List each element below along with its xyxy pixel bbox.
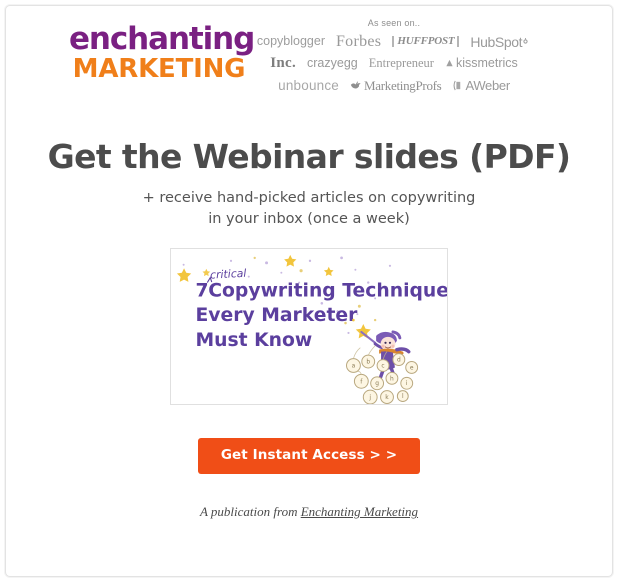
brand-logo[interactable]: enchanting MARKETING bbox=[69, 21, 255, 84]
footer-brand-link[interactable]: Enchanting Marketing bbox=[301, 504, 418, 519]
media-logo-row-3: unbounce MarketingProfs AWeber bbox=[244, 76, 544, 95]
svg-text:d: d bbox=[397, 358, 401, 364]
droplet-icon bbox=[445, 59, 454, 68]
svg-text:Every Marketer: Every Marketer bbox=[195, 305, 358, 326]
landing-page-frame: enchanting MARKETING As seen on.. copybl… bbox=[5, 5, 613, 577]
media-logo-hubspot: HubSpot bbox=[470, 35, 531, 49]
cta-wrapper: Get Instant Access > > bbox=[6, 437, 612, 475]
slide-preview-wrapper: critical 7 Copywriting Techniques Every … bbox=[6, 247, 612, 405]
footer-prefix: A publication from bbox=[199, 504, 301, 520]
footer-attribution: A publication from Enchanting Marketing bbox=[6, 504, 612, 520]
media-logo-forbes: Forbes bbox=[335, 32, 382, 50]
media-logo-row-2: Inc. crazyegg Entrepreneur kissmetrics bbox=[244, 54, 544, 73]
svg-text:h: h bbox=[390, 376, 394, 382]
media-logo-crazyegg: crazyegg bbox=[307, 56, 358, 71]
svg-text:b: b bbox=[366, 360, 370, 366]
as-seen-on-label: As seen on.. bbox=[367, 18, 421, 28]
bracket-icon bbox=[452, 80, 463, 91]
brand-logo-top: enchanting bbox=[69, 21, 255, 57]
media-logo-aweber-label: AWeber bbox=[465, 78, 510, 93]
subheadline-line-1: + receive hand-picked articles on copywr… bbox=[142, 189, 476, 206]
media-logo-huffpost: HUFFPOST bbox=[392, 36, 460, 47]
bird-icon bbox=[350, 81, 362, 91]
media-logo-entrepreneur: Entrepreneur bbox=[368, 56, 434, 71]
media-logo-copyblogger: copyblogger bbox=[256, 34, 325, 49]
as-seen-on-section: As seen on.. copyblogger Forbes HUFFPOST… bbox=[244, 18, 544, 98]
sprocket-icon bbox=[522, 38, 529, 45]
svg-text:critical: critical bbox=[210, 267, 247, 282]
page-subheadline: + receive hand-picked articles on copywr… bbox=[6, 188, 612, 230]
svg-text:Must Know: Must Know bbox=[195, 330, 312, 351]
media-logo-kissmetrics: kissmetrics bbox=[445, 57, 518, 70]
svg-text:g: g bbox=[375, 381, 379, 387]
media-logo-unbounce: unbounce bbox=[278, 77, 340, 93]
slide-artwork: critical 7 Copywriting Techniques Every … bbox=[171, 248, 447, 404]
media-logo-aweber: AWeber bbox=[452, 78, 510, 93]
media-logo-kissmetrics-label: kissmetrics bbox=[455, 56, 518, 71]
media-logo-marketingprofs: MarketingProfs bbox=[350, 78, 442, 93]
media-logo-inc: Inc. bbox=[270, 55, 296, 71]
subheadline-line-2: in your inbox (once a week) bbox=[208, 210, 410, 227]
media-logo-hubspot-label: HubSpot bbox=[470, 33, 523, 50]
page-headline: Get the Webinar slides (PDF) bbox=[47, 137, 571, 176]
media-logo-marketingprofs-label: MarketingProfs bbox=[364, 78, 442, 93]
slide-preview-image[interactable]: critical 7 Copywriting Techniques Every … bbox=[170, 247, 448, 405]
svg-text:7: 7 bbox=[195, 280, 208, 301]
svg-text:k: k bbox=[385, 395, 389, 401]
svg-text:j: j bbox=[368, 395, 371, 401]
brand-logo-bottom: MARKETING bbox=[72, 54, 246, 84]
svg-text:e: e bbox=[410, 365, 414, 371]
svg-text:Copywriting Techniques: Copywriting Techniques bbox=[208, 280, 447, 301]
media-logo-row-1: copyblogger Forbes HUFFPOST HubSpot bbox=[244, 32, 544, 51]
get-instant-access-button[interactable]: Get Instant Access > > bbox=[197, 437, 421, 475]
page-header: enchanting MARKETING As seen on.. copybl… bbox=[6, 6, 612, 106]
svg-text:a: a bbox=[352, 363, 356, 369]
svg-text:c: c bbox=[381, 363, 384, 369]
